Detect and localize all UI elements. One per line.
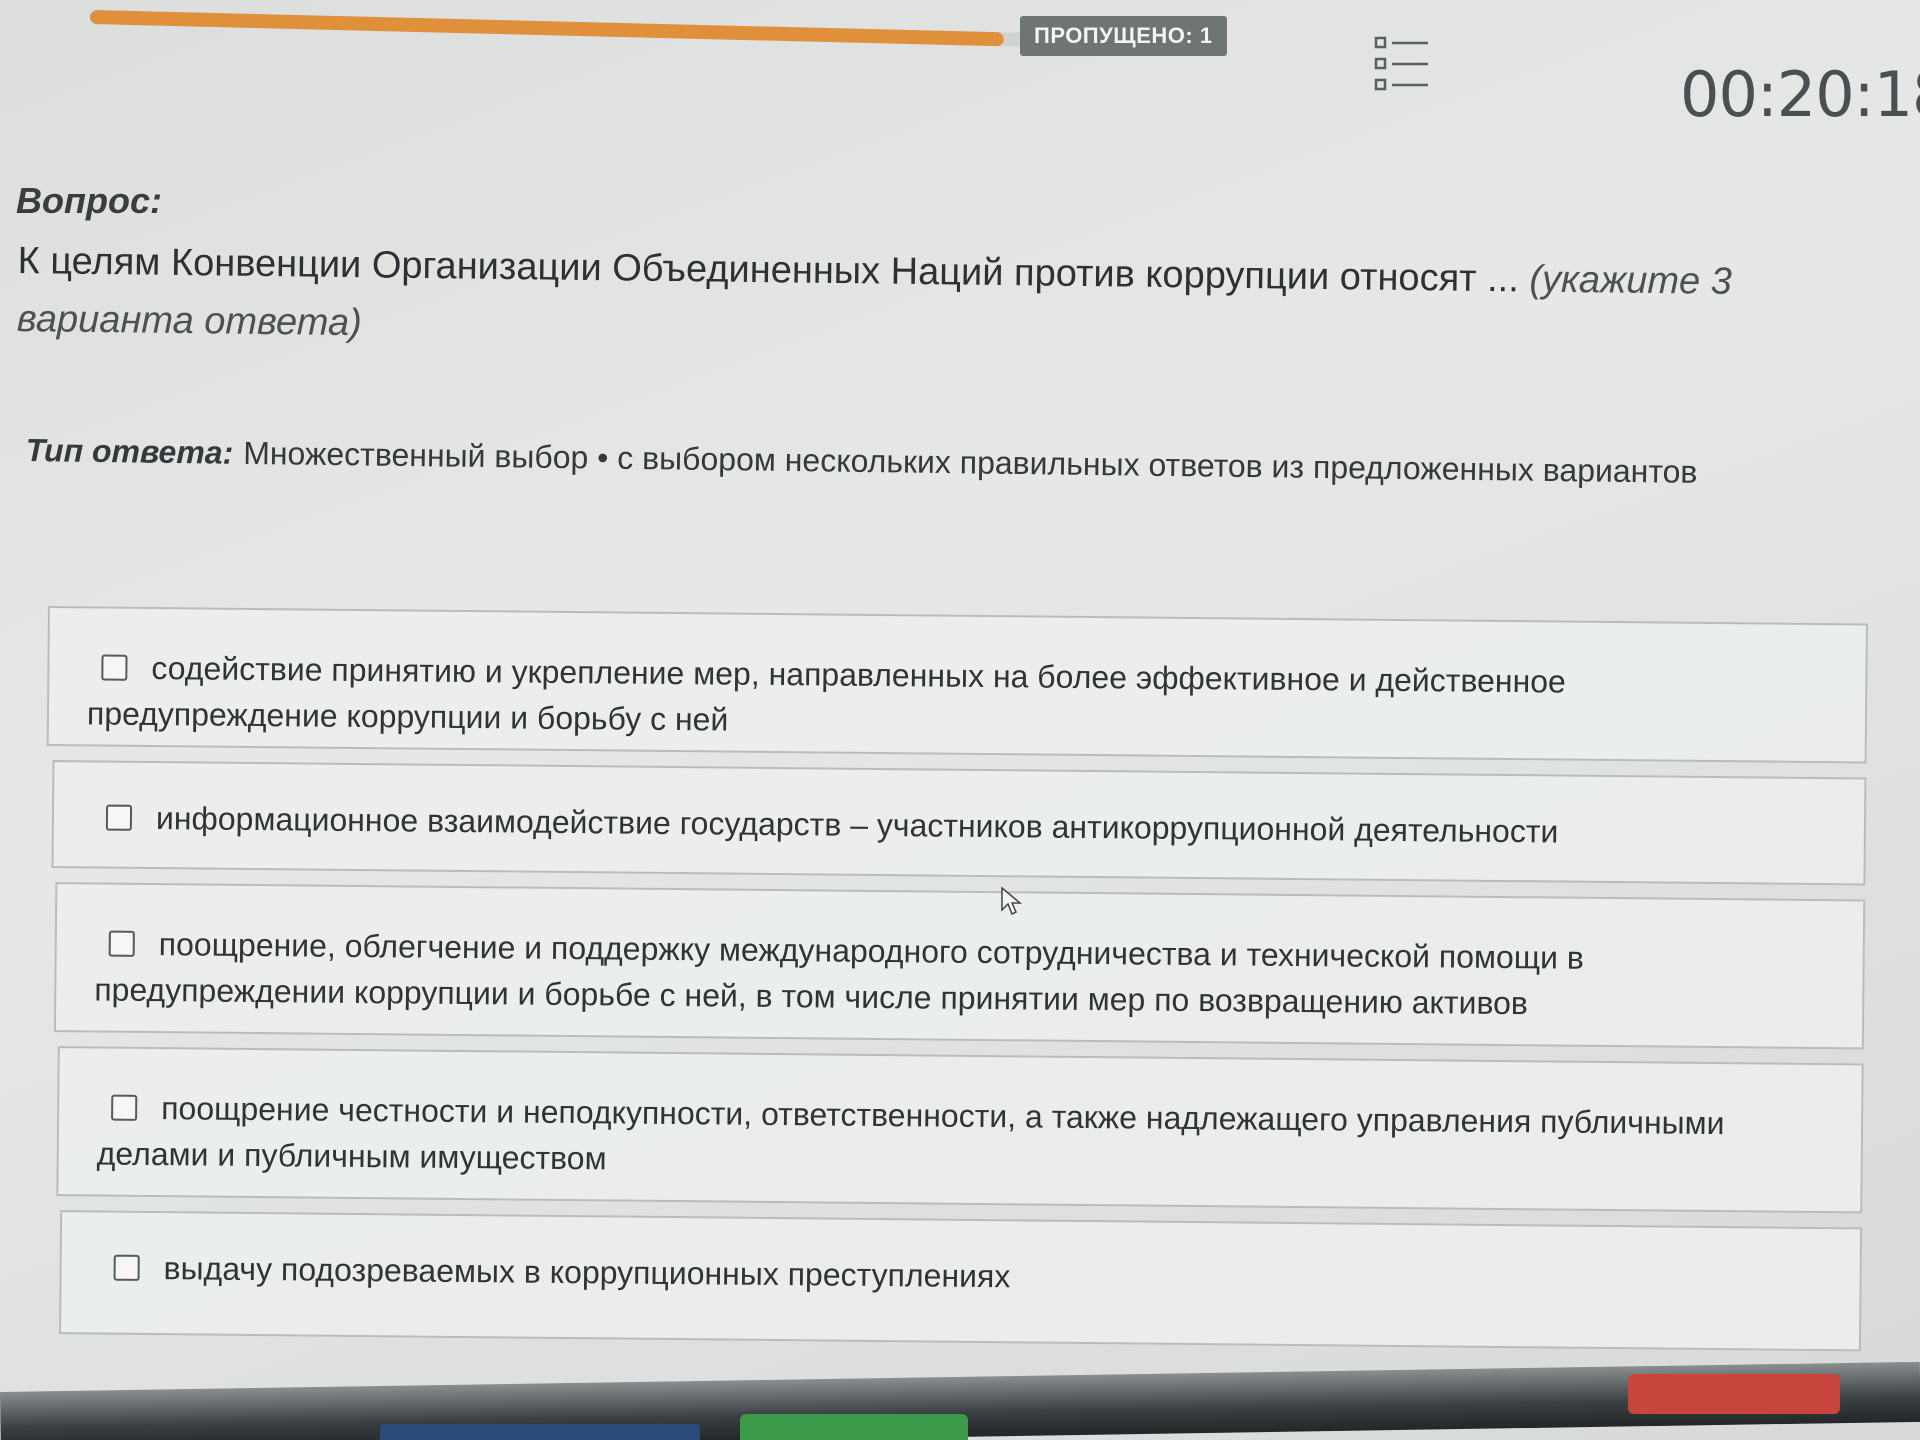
answer-option-label: поощрение честности и неподкупности, отв… — [96, 1090, 1725, 1177]
answer-option-label: выдачу подозреваемых в коррупционных пре… — [163, 1250, 1011, 1295]
answer-option-label: поощрение, облегчение и поддержку междун… — [94, 926, 1585, 1022]
answer-options: содействие принятию и укрепление мер, на… — [41, 606, 1868, 1365]
quiz-page: ПРОПУЩЕНО: 1 00:20:18 Вопрос: К целям Ко… — [0, 0, 1920, 1440]
answer-option-3[interactable]: поощрение, облегчение и поддержку междун… — [53, 882, 1866, 1050]
question-text: К целям Конвенции Организации Объединенн… — [17, 232, 1818, 370]
question-body: К целям Конвенции Организации Объединенн… — [17, 239, 1520, 301]
checkbox-icon[interactable] — [111, 1094, 138, 1121]
answer-type-value: Множественный выбор • с выбором нескольк… — [243, 434, 1698, 490]
progress-bar-fill — [89, 10, 1005, 47]
answer-option-4[interactable]: поощрение честности и неподкупности, отв… — [56, 1046, 1864, 1214]
answer-option-label: содействие принятию и укрепление мер, на… — [86, 649, 1566, 738]
mouse-cursor-icon — [1001, 886, 1023, 916]
answer-type: Тип ответа: Множественный выбор • с выбор… — [25, 428, 1825, 496]
checkbox-icon[interactable] — [105, 804, 133, 831]
answer-option-5[interactable]: выдачу подозреваемых в коррупционных пре… — [59, 1210, 1863, 1352]
answer-option-2[interactable]: информационное взаимодействие государств… — [51, 760, 1867, 886]
checkbox-icon[interactable] — [101, 654, 128, 681]
answer-option-label: информационное взаимодействие государств… — [155, 800, 1559, 850]
answer-type-label: Тип ответа: — [25, 431, 234, 471]
question-heading: Вопрос: — [16, 180, 162, 221]
question-list-button[interactable] — [1372, 34, 1432, 96]
finish-test-button[interactable] — [1628, 1374, 1840, 1414]
checkbox-icon[interactable] — [108, 930, 135, 957]
nav-button-back[interactable] — [380, 1424, 700, 1440]
answer-option-1[interactable]: содействие принятию и укрепление мер, на… — [46, 606, 1868, 764]
checkbox-icon[interactable] — [113, 1254, 140, 1281]
skipped-counter-badge[interactable]: ПРОПУЩЕНО: 1 — [1020, 16, 1227, 56]
submit-answer-button[interactable] — [740, 1414, 968, 1440]
top-bar: ПРОПУЩЕНО: 1 00:20:18 — [0, 0, 1920, 140]
list-icon — [1374, 36, 1428, 91]
countdown-timer: 00:20:18 — [1680, 58, 1920, 131]
